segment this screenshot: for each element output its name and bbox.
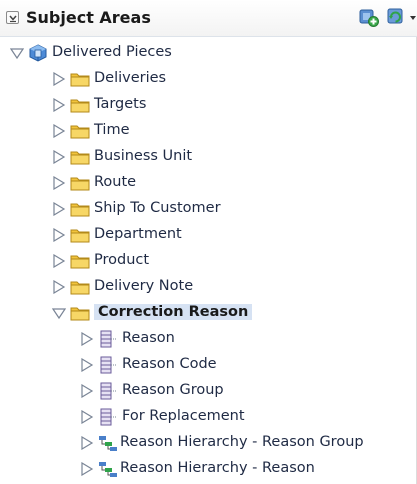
tree-node-label: Reason Hierarchy - Reason — [120, 460, 315, 476]
tree-node-label: For Replacement — [122, 408, 245, 424]
collapsed-triangle-icon[interactable] — [52, 72, 66, 86]
column-icon — [100, 382, 117, 400]
add-subject-area-icon[interactable] — [358, 6, 380, 28]
chevron-down-icon — [9, 15, 17, 23]
collapsed-triangle-icon[interactable] — [52, 202, 66, 216]
folder-targets[interactable]: Targets — [0, 92, 417, 118]
folder-department[interactable]: Department — [0, 222, 417, 248]
refresh-icon[interactable] — [385, 6, 407, 28]
tree-node-label: Reason Hierarchy - Reason Group — [120, 434, 364, 450]
folder-correction-reason[interactable]: Correction Reason — [0, 300, 417, 326]
column-for-replacement[interactable]: For Replacement — [0, 404, 417, 430]
tree-node-label: Correction Reason — [94, 304, 253, 320]
collapsed-triangle-icon[interactable] — [52, 254, 66, 268]
folder-icon — [70, 203, 90, 217]
expanded-triangle-icon[interactable] — [10, 46, 24, 60]
folder-ship-to-customer[interactable]: Ship To Customer — [0, 196, 417, 222]
collapsed-triangle-icon[interactable] — [80, 358, 94, 372]
collapsed-triangle-icon[interactable] — [80, 384, 94, 398]
column-icon — [100, 408, 117, 426]
folder-icon — [70, 255, 90, 269]
cube-icon — [29, 44, 47, 62]
column-icon — [100, 356, 117, 374]
tree-node-label: Targets — [94, 96, 147, 112]
folder-icon — [70, 73, 90, 87]
tree-node-label: Product — [94, 252, 150, 268]
tree-node-label: Route — [94, 174, 137, 190]
column-reason-code[interactable]: Reason Code — [0, 352, 417, 378]
panel-header: Subject Areas — [0, 0, 417, 37]
folder-route[interactable]: Route — [0, 170, 417, 196]
collapsed-triangle-icon[interactable] — [52, 228, 66, 242]
folder-deliveries[interactable]: Deliveries — [0, 66, 417, 92]
hierarchy-icon — [99, 462, 117, 477]
folder-open-icon — [70, 307, 90, 321]
folder-icon — [70, 229, 90, 243]
folder-icon — [70, 151, 90, 165]
expanded-triangle-icon[interactable] — [52, 306, 66, 320]
tree-node-label: Department — [94, 226, 182, 242]
folder-delivery-note[interactable]: Delivery Note — [0, 274, 417, 300]
folder-icon — [70, 281, 90, 295]
tree-node-label: Time — [94, 122, 130, 138]
column-reason-group[interactable]: Reason Group — [0, 378, 417, 404]
dropdown-arrow-icon[interactable] — [409, 6, 417, 28]
collapsed-triangle-icon[interactable] — [52, 124, 66, 138]
hierarchy-reason-group[interactable]: Reason Hierarchy - Reason Group — [0, 430, 417, 456]
hierarchy-icon — [99, 436, 117, 451]
tree-node-label: Delivery Note — [94, 278, 194, 294]
tree-node-label: Delivered Pieces — [52, 44, 172, 60]
collapsed-triangle-icon[interactable] — [80, 332, 94, 346]
folder-business-unit[interactable]: Business Unit — [0, 144, 417, 170]
panel-title: Subject Areas — [26, 8, 151, 27]
collapsed-triangle-icon[interactable] — [80, 410, 94, 424]
collapsed-triangle-icon[interactable] — [52, 150, 66, 164]
tree-node-label: Reason Group — [122, 382, 224, 398]
collapsed-triangle-icon[interactable] — [52, 280, 66, 294]
tree-node-label: Reason Code — [122, 356, 217, 372]
folder-icon — [70, 177, 90, 191]
collapse-panel-button[interactable] — [6, 11, 19, 24]
collapsed-triangle-icon[interactable] — [52, 176, 66, 190]
hierarchy-reason[interactable]: Reason Hierarchy - Reason — [0, 456, 417, 482]
tree-node-root[interactable]: Delivered Pieces — [0, 40, 417, 66]
column-reason[interactable]: Reason — [0, 326, 417, 352]
tree-node-label: Ship To Customer — [94, 200, 221, 216]
folder-time[interactable]: Time — [0, 118, 417, 144]
tree-node-label: Business Unit — [94, 148, 193, 164]
subject-areas-panel: Subject Areas Delivered Pieces Deliverie… — [0, 0, 417, 484]
collapsed-triangle-icon[interactable] — [80, 436, 94, 450]
collapsed-triangle-icon[interactable] — [80, 462, 94, 476]
collapsed-triangle-icon[interactable] — [52, 98, 66, 112]
tree-node-label: Deliveries — [94, 70, 167, 86]
column-icon — [100, 330, 117, 348]
tree-node-label: Reason — [122, 330, 175, 346]
folder-product[interactable]: Product — [0, 248, 417, 274]
folder-icon — [70, 99, 90, 113]
folder-icon — [70, 125, 90, 139]
